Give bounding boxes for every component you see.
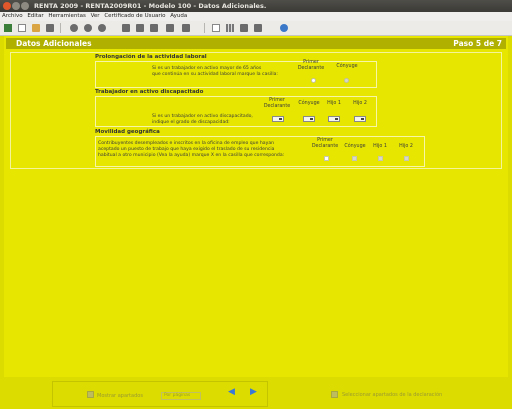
section-movilidad: Contribuyentes desempleados e inscritos …: [95, 136, 425, 167]
paginas-select[interactable]: Por páginas: [161, 392, 201, 400]
chevron-down-icon: [361, 118, 364, 120]
col-hijo-1: Hijo 1: [327, 101, 341, 106]
movilidad-primer-checkbox[interactable]: [324, 156, 329, 161]
section-title-discapacitado: Trabajador en activo discapacitado: [95, 89, 204, 95]
chevron-down-icon: [310, 118, 313, 120]
prolongacion-primer-radio[interactable]: [311, 78, 316, 83]
new-document-icon[interactable]: [18, 24, 26, 32]
menu-archivo[interactable]: Archivo: [2, 13, 23, 19]
next-page-icon[interactable]: [98, 24, 106, 32]
section-discapacitado: Si es un trabajador en activo discapacit…: [95, 96, 377, 127]
page-title: Datos Adicionales: [16, 39, 92, 48]
first-page-icon[interactable]: [70, 24, 78, 32]
validate-icon[interactable]: [122, 24, 130, 32]
open-folder-icon[interactable]: [32, 24, 40, 32]
section-header: Datos Adicionales Paso 5 de 7: [6, 38, 506, 49]
summary-icon[interactable]: [166, 24, 174, 32]
main-panel: Datos Adicionales Paso 5 de 7 Prolongaci…: [4, 36, 508, 377]
discapacidad-primer-select[interactable]: [272, 116, 284, 122]
edit-icon[interactable]: [212, 24, 220, 32]
maximize-window-icon[interactable]: [21, 2, 29, 10]
movilidad-text-3: habitual a otro municipio (Vea la ayuda)…: [98, 153, 285, 158]
chevron-down-icon: [335, 118, 338, 120]
chevron-down-icon: [279, 118, 282, 120]
next-arrow-icon[interactable]: ▶: [250, 387, 257, 397]
movilidad-hijo2-checkbox[interactable]: [404, 156, 409, 161]
col-hijo-2: Hijo 2: [353, 101, 367, 106]
back-icon[interactable]: [4, 24, 12, 32]
menu-herramientas[interactable]: Herramientas: [48, 13, 85, 19]
discapacitado-text-2: indique el grado de discapacidad:: [152, 120, 230, 125]
toolbar: [0, 21, 512, 36]
section-title-prolongacion: Prolongación de la actividad laboral: [95, 54, 207, 60]
menu-bar: Archivo Editar Herramientas Ver Certific…: [0, 12, 512, 21]
help-icon[interactable]: [280, 24, 288, 32]
submit-icon[interactable]: [182, 24, 190, 32]
save-icon[interactable]: [46, 24, 54, 32]
movilidad-hijo1-checkbox[interactable]: [378, 156, 383, 161]
data-container: Prolongación de la actividad laboral Si …: [10, 52, 502, 169]
window-title: RENTA 2009 - RENTA2009R01 - Modelo 100 -…: [34, 2, 267, 10]
mostrar-apartados-label: Mostrar apartados: [97, 393, 143, 399]
print-icon[interactable]: [136, 24, 144, 32]
footer-bar: Mostrar apartados Por páginas ◀ ▶ Selecc…: [0, 377, 512, 409]
col-conyuge: Cónyuge: [336, 64, 358, 69]
menu-editar[interactable]: Editar: [27, 13, 43, 19]
title-bar: RENTA 2009 - RENTA2009R01 - Modelo 100 -…: [0, 0, 512, 12]
seleccionar-apartados-checkbox[interactable]: [331, 391, 338, 398]
col-primer-declarante-line2: Declarante: [263, 104, 291, 109]
mostrar-apartados-checkbox[interactable]: [87, 391, 94, 398]
minimize-window-icon[interactable]: [12, 2, 20, 10]
col-hijo-1: Hijo 1: [373, 144, 387, 149]
col-primer-declarante-line2: Declarante: [297, 66, 325, 71]
close-window-icon[interactable]: [3, 2, 11, 10]
col-conyuge: Cónyuge: [298, 101, 320, 106]
menu-ayuda[interactable]: Ayuda: [170, 13, 187, 19]
discapacidad-hijo1-select[interactable]: [328, 116, 340, 122]
mostrar-apartados-group: Mostrar apartados Por páginas: [52, 381, 268, 407]
prolongacion-conyuge-radio[interactable]: [344, 78, 349, 83]
list-icon[interactable]: [254, 24, 262, 32]
menu-certificado[interactable]: Certificado de Usuario: [104, 13, 165, 19]
col-primer-declarante-line2: Declarante: [311, 144, 339, 149]
prolongacion-text-2: que continúa en su actividad laboral mar…: [152, 72, 278, 77]
step-indicator: Paso 5 de 7: [453, 39, 502, 48]
previous-arrow-icon[interactable]: ◀: [228, 387, 235, 397]
discapacidad-conyuge-select[interactable]: [303, 116, 315, 122]
table-icon[interactable]: [226, 24, 234, 32]
menu-ver[interactable]: Ver: [91, 13, 100, 19]
col-conyuge: Cónyuge: [344, 144, 366, 149]
movilidad-conyuge-checkbox[interactable]: [352, 156, 357, 161]
col-hijo-2: Hijo 2: [399, 144, 413, 149]
section-title-movilidad: Movilidad geográfica: [95, 129, 160, 135]
seleccionar-apartados-label: Seleccionar apartados de la declaración: [342, 392, 443, 398]
discapacidad-hijo2-select[interactable]: [354, 116, 366, 122]
previous-page-icon[interactable]: [84, 24, 92, 32]
calculate-icon[interactable]: [150, 24, 158, 32]
calendar-icon[interactable]: [240, 24, 248, 32]
section-prolongacion: Si es un trabajador en activo mayor de 6…: [95, 60, 377, 88]
